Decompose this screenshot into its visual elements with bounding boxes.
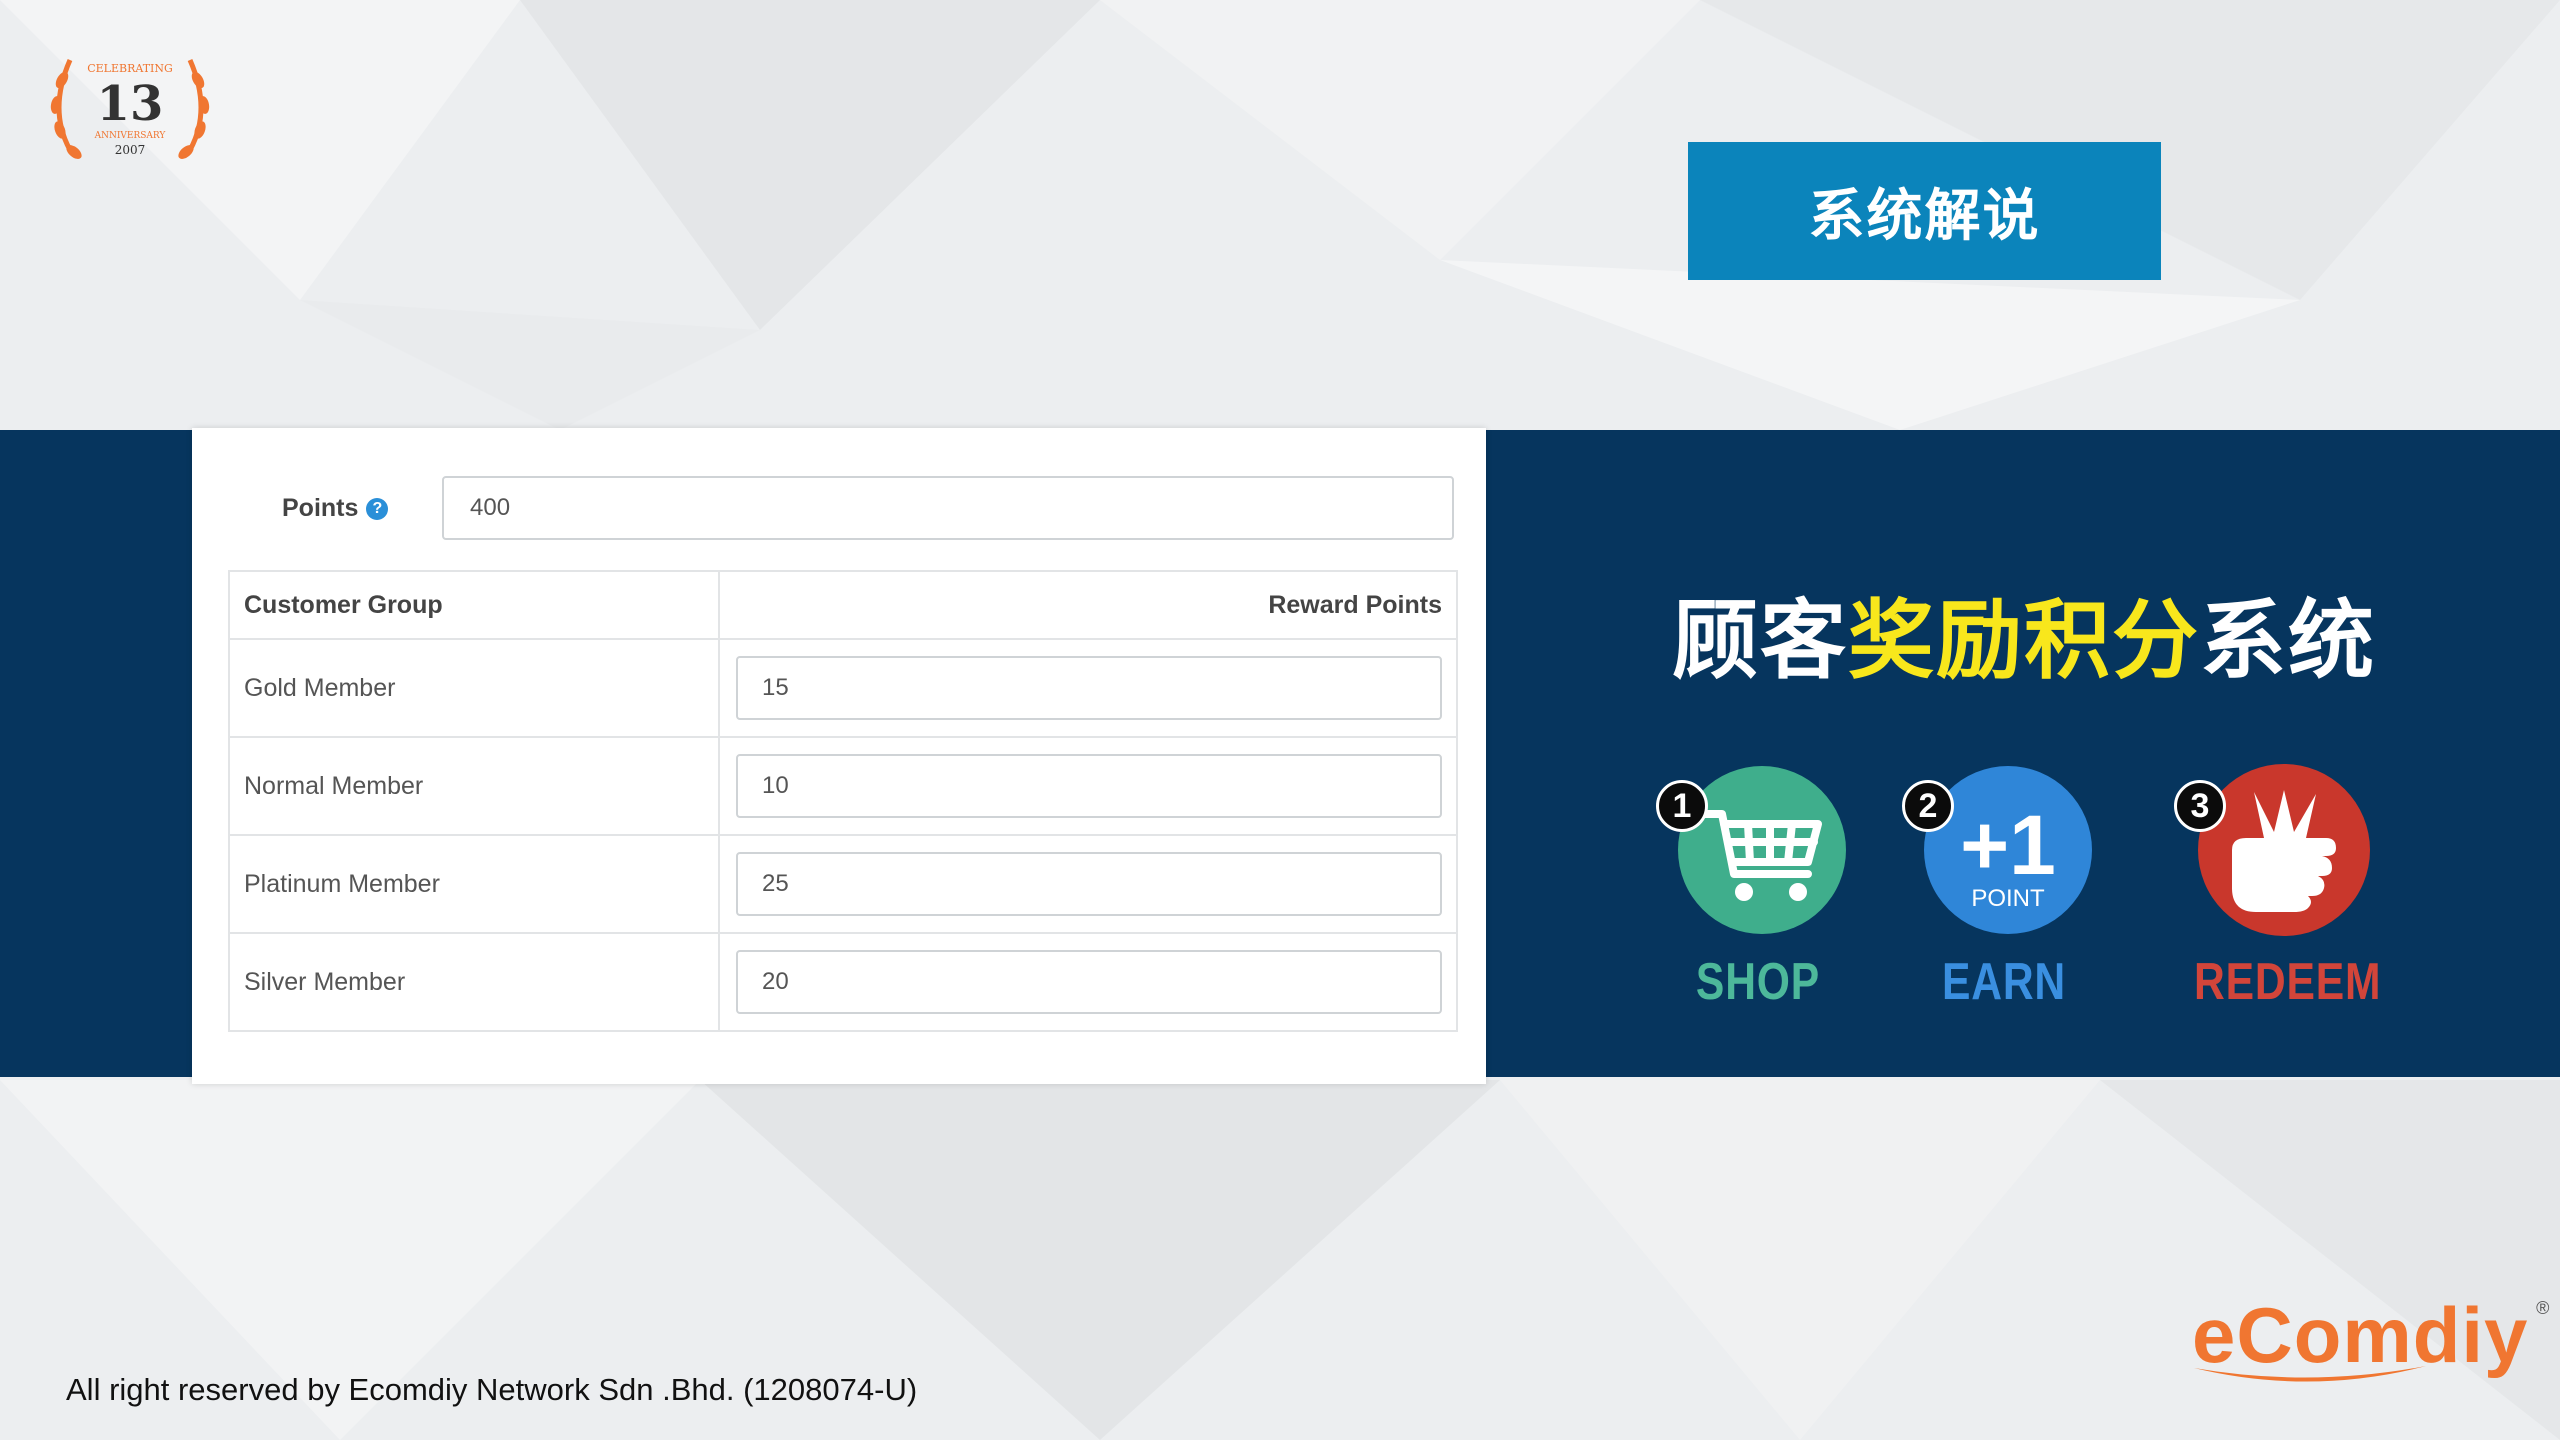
step-redeem: 3 REDEEM [2174,762,2382,1022]
headline: 顾客奖励积分系统 [1672,570,2376,695]
table-row: Gold Member 15 [228,638,1458,738]
reward-points-value: 20 [762,968,789,995]
step-number-1: 1 [1656,780,1708,832]
step-shop: 1 SHOP [1656,762,1858,1022]
customer-group-table: Customer Group Reward Points Gold Member… [228,570,1458,1032]
footer-copyright: All right reserved by Ecomdiy Network Sd… [66,1372,918,1407]
reward-points-cell: 10 [718,736,1458,836]
customer-group-name: Platinum Member [228,834,720,934]
table-row: Silver Member 20 [228,932,1458,1032]
reward-points-input[interactable]: 15 [736,656,1442,720]
points-label: Points [282,494,359,522]
points-input-value: 400 [470,494,511,521]
customer-group-name: Normal Member [228,736,720,836]
headline-part1: 顾客 [1672,593,1848,689]
headline-part2: 系统 [2200,593,2376,689]
table-row: Normal Member 10 [228,736,1458,836]
anniversary-badge-logo: CELEBRATING 13 ANNIVERSARY 2007 [50,58,210,159]
customer-group-name: Silver Member [228,932,720,1032]
headline-highlight: 奖励积分 [1848,593,2200,689]
points-input[interactable]: 400 [442,476,1454,540]
section-title-box: 系统解说 [1688,142,2161,280]
earn-icon-big-text: +1 [1960,798,2056,892]
badge-top-text: CELEBRATING [87,62,173,75]
reward-points-cell: 25 [718,834,1458,934]
reward-points-form-panel: Points ? 400 Customer Group Reward Point… [192,428,1486,1084]
section-title: 系统解说 [1808,183,2041,247]
badge-number: 13 [97,76,164,132]
step-earn: +1 POINT 2 EARN [1902,762,2104,1022]
column-header-reward-points: Reward Points [718,570,1458,640]
reward-points-cell: 20 [718,932,1458,1032]
step-label-shop: SHOP [1695,953,1821,1011]
reward-points-cell: 15 [718,638,1458,738]
step-number-2: 2 [1902,780,1954,832]
reward-points-value: 25 [762,870,789,897]
reward-points-input[interactable]: 25 [736,852,1442,916]
registered-mark: ® [2536,1298,2551,1318]
logo-swoosh-icon [2194,1366,2426,1382]
reward-points-input[interactable]: 20 [736,950,1442,1014]
step-number-3: 3 [2174,780,2226,832]
badge-middle-text: ANNIVERSARY [94,131,167,141]
table-header-row: Customer Group Reward Points [228,570,1458,640]
points-label-group: Points ? [282,494,389,523]
table-row: Platinum Member 25 [228,834,1458,934]
reward-points-input[interactable]: 10 [736,754,1442,818]
column-header-customer-group: Customer Group [228,570,720,640]
badge-year: 2007 [115,143,146,157]
step-label-earn: EARN [1941,953,2067,1011]
step-label-redeem: REDEEM [2194,953,2382,1011]
reward-points-value: 10 [762,772,789,799]
earn-icon-small-text: POINT [1971,885,2045,912]
reward-points-value: 15 [762,674,789,701]
customer-group-name: Gold Member [228,638,720,738]
question-circle-icon[interactable]: ? [366,497,389,520]
